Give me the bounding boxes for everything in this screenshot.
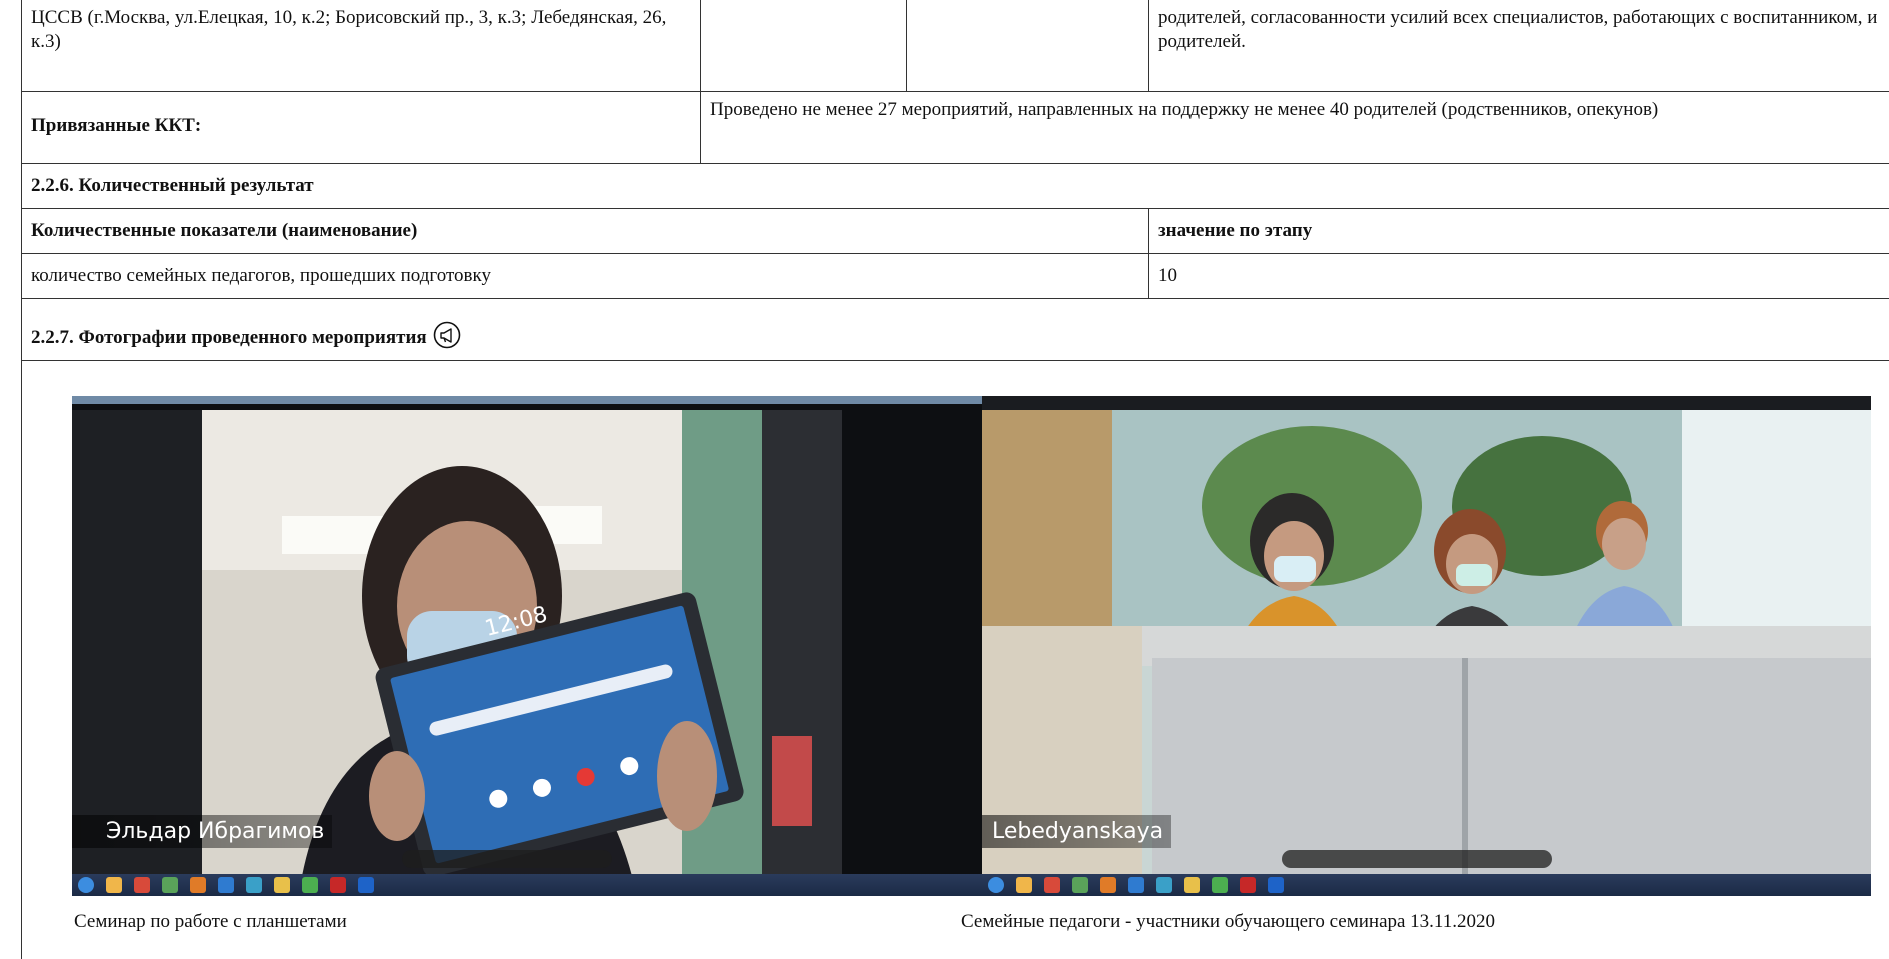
empty-cell-1 [700, 0, 906, 91]
kkt-row: Привязанные ККТ: Проведено не менее 27 м… [22, 92, 1889, 164]
taskbar [72, 874, 982, 896]
start-icon [988, 877, 1004, 893]
empty-cell-2 [906, 0, 1148, 91]
video-player-controls [402, 850, 612, 868]
description-cell: родителей, согласованности усилий всех с… [1148, 0, 1889, 91]
column-header-value: значение по этапу [1148, 209, 1889, 253]
address-row: ЦССВ (г.Москва, ул.Елецкая, 10, к.2; Бор… [22, 0, 1889, 92]
event-photo-family-teachers: Lebedyanskaya [982, 396, 1871, 896]
taskbar-app-icon [162, 877, 178, 893]
taskbar-app-icon [1156, 877, 1172, 893]
address-cell: ЦССВ (г.Москва, ул.Елецкая, 10, к.2; Бор… [22, 0, 700, 91]
taskbar-app-icon [358, 877, 374, 893]
taskbar [982, 874, 1871, 896]
section-title-photos: 2.2.7. Фотографии проведенного мероприят… [22, 299, 1889, 360]
start-icon [78, 877, 94, 893]
quant-header-row: 2.2.6. Количественный результат [22, 164, 1889, 209]
taskbar-app-icon [1044, 877, 1060, 893]
taskbar-app-icon [1072, 877, 1088, 893]
taskbar-app-icon [106, 877, 122, 893]
photos-header-row: 2.2.7. Фотографии проведенного мероприят… [22, 299, 1889, 361]
taskbar-app-icon [1268, 877, 1284, 893]
quant-name-cell: количество семейных педагогов, прошедших… [31, 265, 491, 286]
report-table: ЦССВ (г.Москва, ул.Елецкая, 10, к.2; Бор… [21, 0, 1889, 959]
column-header-name: Количественные показатели (наименование) [31, 220, 418, 241]
quant-columns-row: Количественные показатели (наименование)… [22, 209, 1889, 254]
video-player-controls [1282, 850, 1552, 868]
taskbar-app-icon [1016, 877, 1032, 893]
participant-name-overlay: Lebedyanskaya [982, 815, 1172, 848]
event-photo-tablet-seminar: 12:08 Эльдар Ибрагимов [72, 396, 982, 896]
taskbar-app-icon [190, 877, 206, 893]
quant-value-cell: 10 [1148, 254, 1889, 298]
taskbar-app-icon [1184, 877, 1200, 893]
table-row: количество семейных педагогов, прошедших… [22, 254, 1889, 299]
photo-caption-2: Семейные педагоги - участники обучающего… [961, 911, 1495, 932]
taskbar-app-icon [274, 877, 290, 893]
address-text: ЦССВ (г.Москва, ул.Елецкая, 10, к.2; Бор… [31, 7, 667, 52]
photo-caption-1: Семинар по работе с планшетами [74, 911, 347, 932]
taskbar-app-icon [1128, 877, 1144, 893]
taskbar-app-icon [330, 877, 346, 893]
taskbar-app-icon [1240, 877, 1256, 893]
taskbar-app-icon [1212, 877, 1228, 893]
participant-name-overlay: Эльдар Ибрагимов [72, 815, 333, 848]
taskbar-app-icon [246, 877, 262, 893]
section-title-quant: 2.2.6. Количественный результат [31, 175, 314, 196]
kkt-label: Привязанные ККТ: [31, 115, 202, 136]
megaphone-icon [433, 321, 461, 349]
description-text: родителей, согласованности усилий всех с… [1158, 7, 1878, 52]
taskbar-app-icon [1100, 877, 1116, 893]
kkt-value: Проведено не менее 27 мероприятий, напра… [700, 92, 1889, 163]
taskbar-app-icon [134, 877, 150, 893]
taskbar-app-icon [302, 877, 318, 893]
taskbar-app-icon [218, 877, 234, 893]
